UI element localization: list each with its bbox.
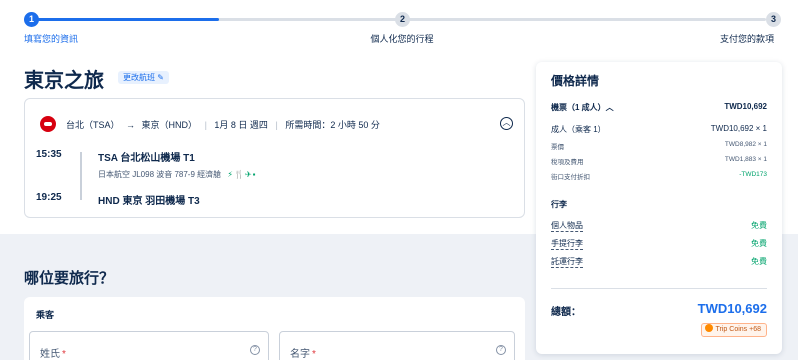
personal-item-label[interactable]: 個人物品 [551, 220, 583, 232]
given-name-label: 名字 * [290, 349, 316, 360]
separator: | [275, 120, 278, 130]
who-travels-heading: 哪位要旅行？ [24, 270, 115, 287]
progress-bar: 1 2 3 填寫您的資訊 個人化您的行程 支付您的款項 [24, 12, 781, 44]
chevron-up-icon[interactable]: ︿ [500, 117, 513, 130]
tax-value: TWD1,883 × 1 [724, 156, 767, 163]
trip-title: 東京之旅 [24, 70, 104, 92]
passenger-card: 乘客 姓氏 * ? 名字 * ? [24, 297, 525, 360]
progress-fill [32, 18, 220, 21]
passenger-heading: 乘客 [36, 310, 55, 320]
departure-airport: TSA 台北松山機場 T1 [98, 153, 195, 164]
trip-coins-badge: Trip Coins +68 [700, 323, 767, 337]
required-mark: * [62, 349, 66, 360]
carry-on-label[interactable]: 手提行李 [551, 238, 583, 250]
ticket-value: TWD10,692 [724, 102, 767, 111]
step-3-dot: 3 [766, 12, 781, 27]
tax-label: 稅項及費用 [551, 159, 584, 166]
adult-label: 成人（乘客 1） [551, 125, 606, 134]
ticket-row[interactable]: 機票（1 成人）︿ TWD10,692 [551, 102, 767, 114]
step-1-dot: 1 [24, 12, 39, 27]
divider [551, 288, 767, 289]
arrival-time: 19:25 [36, 192, 62, 203]
trip-coins-text: Trip Coins +68 [715, 326, 761, 333]
help-icon[interactable]: ? [496, 345, 506, 355]
ticket-label: 機票（1 成人）︿ [551, 103, 614, 112]
step-1-label: 填寫您的資訊 [24, 34, 79, 44]
flight-info: 日本航空 JL098 波音 787-9 經濟艙 ⚡🍴✈▪ [98, 169, 257, 180]
price-details-title: 價格詳情 [551, 74, 600, 88]
total-label: 總額： [551, 307, 581, 318]
adult-row: 成人（乘客 1） TWD10,692 × 1 [551, 124, 767, 136]
arrival-airport: HND 東京 羽田機場 T3 [98, 196, 200, 207]
flight-duration: 所需時間：2 小時 50 分 [285, 120, 380, 130]
surname-label: 姓氏 * [40, 349, 66, 360]
timeline-line [80, 152, 82, 200]
step-3-label: 支付您的款項 [719, 34, 774, 44]
flight-card: 台北（TSA） → 東京（HND） | 1月 8 日 週四 | 所需時間：2 小… [24, 98, 525, 218]
checked-bag-value: 免費 [751, 257, 767, 266]
required-mark: * [312, 349, 316, 360]
departure-time: 15:35 [36, 149, 62, 160]
discount-value: -TWD173 [739, 171, 767, 178]
checked-bag-label[interactable]: 託運行李 [551, 256, 583, 268]
separator: | [204, 120, 207, 130]
destination: 東京（HND） [141, 120, 198, 130]
baggage-heading: 行李 [551, 200, 567, 209]
origin: 台北（TSA） [66, 120, 120, 130]
fare-value: TWD8,982 × 1 [724, 141, 767, 148]
flight-date: 1月 8 日 週四 [214, 120, 268, 130]
arrow-right-icon: → [126, 120, 136, 130]
discount-label: 街口支付折扣 [551, 174, 590, 181]
step-2-label: 個人化您的行程 [370, 34, 434, 44]
surname-field[interactable]: 姓氏 * ? [29, 331, 269, 360]
coin-icon [704, 324, 713, 332]
personal-item-value: 免費 [751, 221, 767, 230]
baggage-heading-row: 行李 [551, 199, 767, 211]
carry-on-value: 免費 [751, 239, 767, 248]
discount-row: 街口支付折扣 -TWD173 [551, 171, 767, 183]
step-2-dot: 2 [395, 12, 410, 27]
amenities-icons: ⚡🍴✈▪ [227, 170, 257, 179]
personal-item-row: 個人物品 免費 [551, 220, 767, 232]
adult-value: TWD10,692 × 1 [710, 124, 767, 133]
tax-row: 稅項及費用 TWD1,883 × 1 [551, 156, 767, 168]
price-details-panel: 價格詳情 機票（1 成人）︿ TWD10,692 成人（乘客 1） TWD10,… [536, 62, 782, 354]
fare-label: 票價 [551, 144, 564, 151]
help-icon[interactable]: ? [250, 345, 260, 355]
flight-summary: 台北（TSA） → 東京（HND） | 1月 8 日 週四 | 所需時間：2 小… [66, 118, 380, 131]
jal-logo-icon [40, 116, 56, 132]
given-name-field[interactable]: 名字 * ? [279, 331, 515, 360]
carry-on-row: 手提行李 免費 [551, 238, 767, 250]
change-flight-link[interactable]: 更改航班 ✎ [118, 71, 169, 84]
fare-row: 票價 TWD8,982 × 1 [551, 141, 767, 153]
total-value: TWD10,692 [697, 301, 767, 316]
checked-bag-row: 託運行李 免費 [551, 256, 767, 268]
flight-details: 日本航空 JL098 波音 787-9 經濟艙 [98, 170, 222, 179]
